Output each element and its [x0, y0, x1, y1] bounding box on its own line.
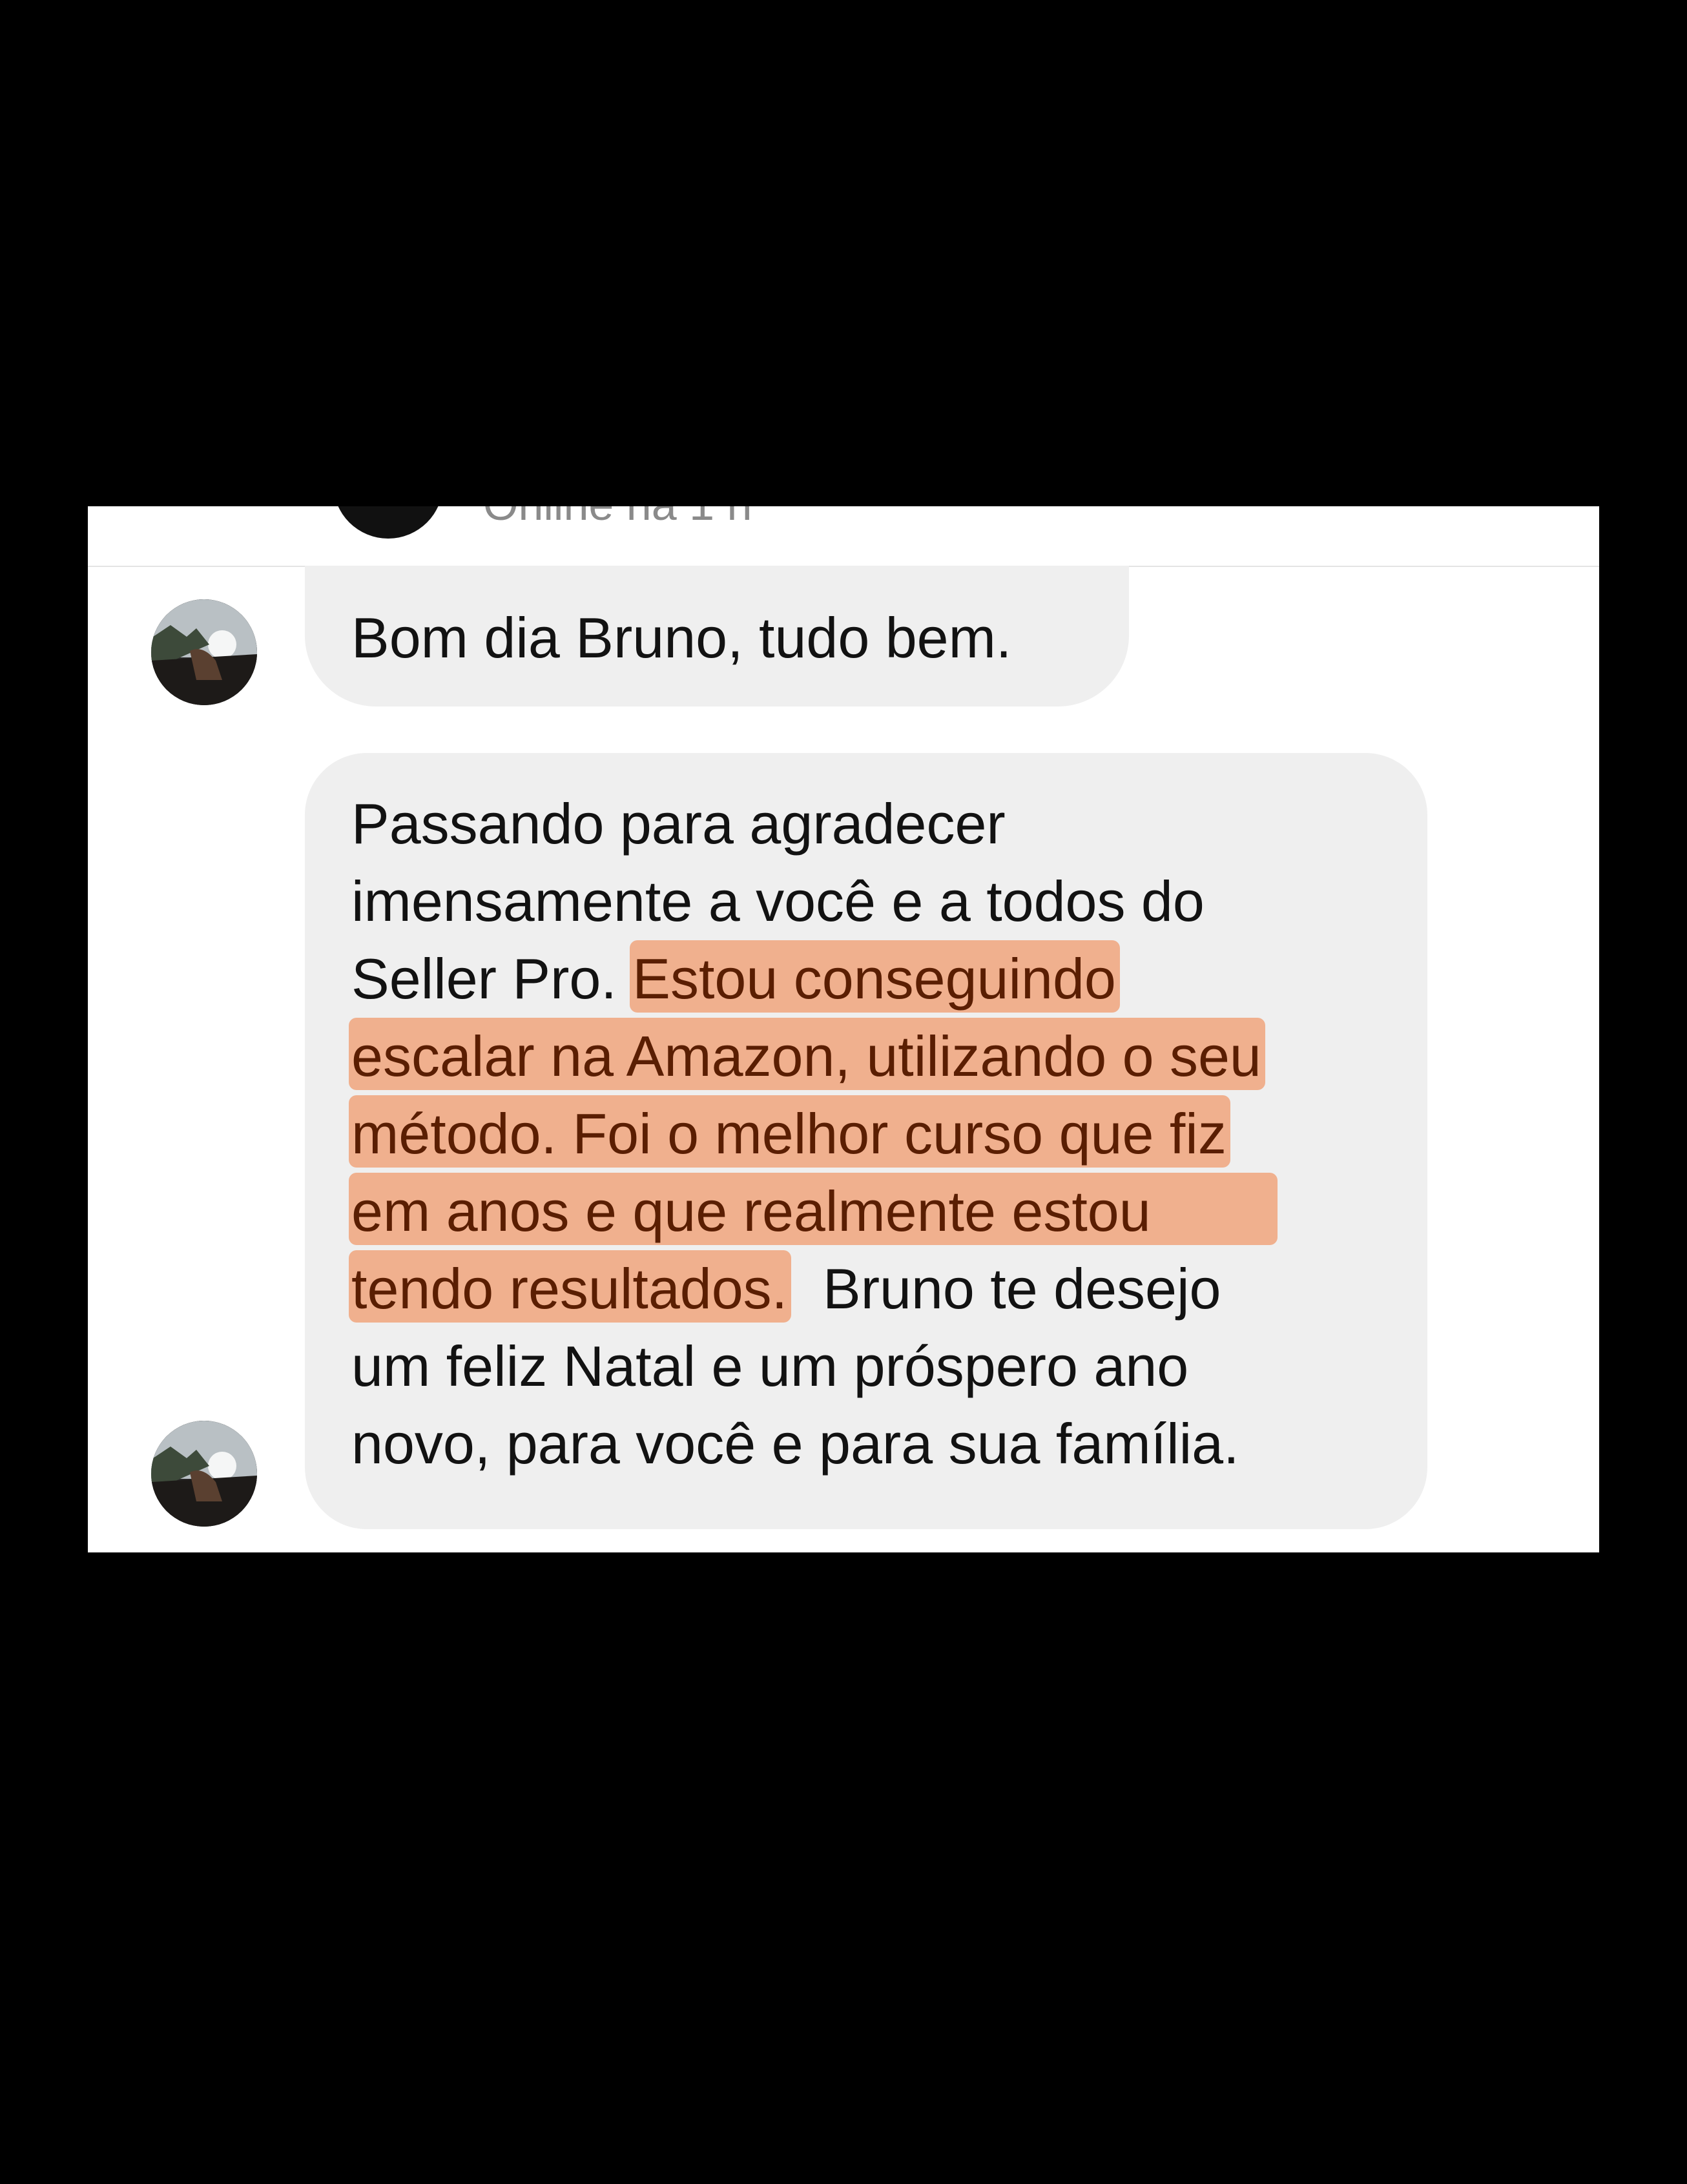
contact-avatar-icon[interactable]	[151, 1421, 257, 1527]
message-line: Passando para agradecer	[351, 792, 1006, 856]
message-bubble-2[interactable]: Passando para agradecer imensamente a vo…	[305, 753, 1427, 1529]
message-line: novo, para você e para sua família.	[351, 1412, 1239, 1476]
message-line: tendo resultados. Bruno te desejo	[349, 1250, 1381, 1328]
message-line: imensamente a você e a todos do	[351, 869, 1205, 933]
message-line: um feliz Natal e um próspero ano	[351, 1334, 1189, 1398]
message-bubble-1[interactable]: Bom dia Bruno, tudo bem.	[305, 566, 1129, 706]
chat-screenshot: Online há 1 h Bom dia Bruno, tudo bem. P…	[88, 506, 1599, 1552]
highlighted-text: em anos e que realmente estou	[349, 1173, 1278, 1245]
highlighted-text: tendo resultados.	[349, 1250, 792, 1323]
header-status-text: Online há 1 h	[483, 506, 752, 527]
message-line: Seller Pro. Estou conseguindo	[351, 940, 1381, 1018]
message-text: Bom dia Bruno, tudo bem.	[351, 606, 1012, 670]
message-line: em anos e que realmente estou	[349, 1173, 1381, 1250]
highlighted-text: método. Foi o melhor curso que fiz	[349, 1095, 1230, 1168]
message-line: método. Foi o melhor curso que fiz	[349, 1095, 1381, 1173]
highlighted-text: Estou conseguindo	[630, 940, 1120, 1013]
header-avatar[interactable]	[333, 506, 443, 539]
chat-header: Online há 1 h	[88, 506, 1599, 567]
contact-avatar-icon[interactable]	[151, 599, 257, 705]
message-line: escalar na Amazon, utilizando o seu	[349, 1018, 1381, 1095]
highlighted-text: escalar na Amazon, utilizando o seu	[349, 1018, 1265, 1090]
